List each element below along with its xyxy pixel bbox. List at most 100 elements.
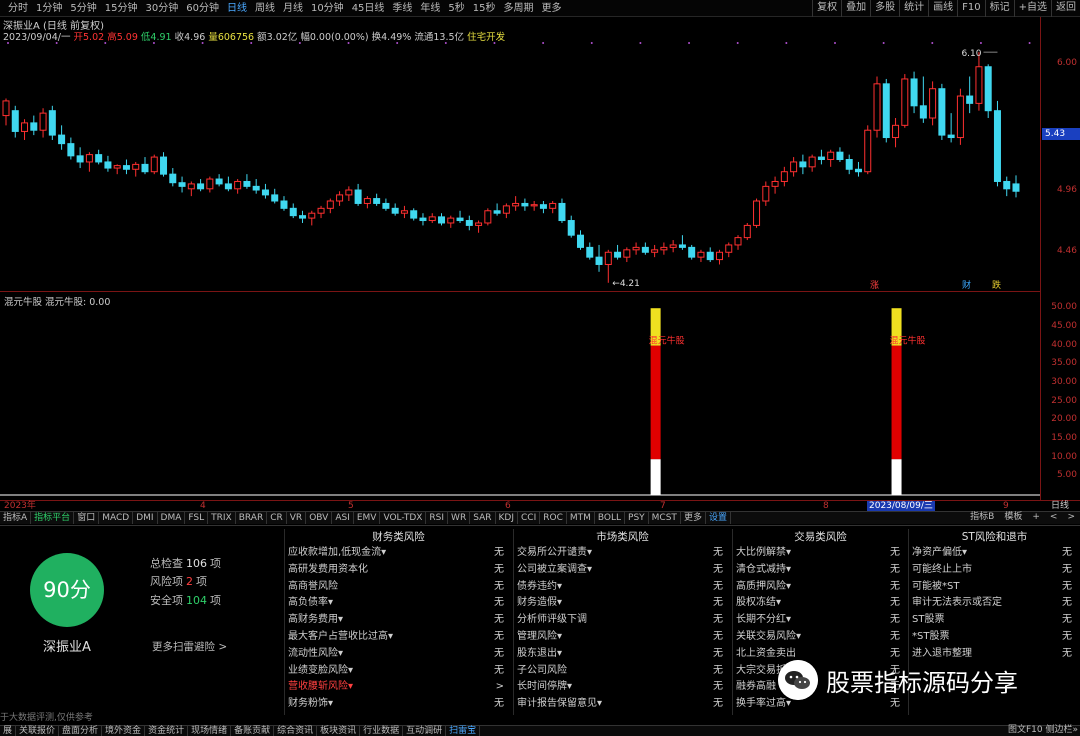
more-scan-link[interactable]: 更多扫雷避险 > bbox=[152, 639, 227, 654]
tool-button[interactable]: +自选 bbox=[1013, 0, 1051, 17]
risk-row[interactable]: 子公司风险 无 bbox=[514, 663, 731, 680]
period-tab[interactable]: 5分钟 bbox=[66, 2, 100, 15]
risk-row[interactable]: 股东退出▾ 无 bbox=[514, 646, 731, 663]
period-tab[interactable]: 分时 bbox=[4, 2, 32, 15]
risk-row[interactable]: 交易所公开谴责▾ 无 bbox=[514, 545, 731, 562]
indicator-tab[interactable]: CCI bbox=[518, 512, 541, 524]
period-tab[interactable]: 周线 bbox=[251, 2, 279, 15]
indicator-tab[interactable]: KDJ bbox=[496, 512, 518, 524]
risk-row[interactable]: 审计报告保留意见▾ 无 bbox=[514, 696, 731, 713]
indicator-tab-right[interactable]: 指标B bbox=[965, 511, 999, 524]
period-tab[interactable]: 45日线 bbox=[348, 2, 389, 15]
bottom-tab[interactable]: 境外资金 bbox=[102, 726, 146, 736]
tool-button[interactable]: 复权 bbox=[812, 0, 841, 17]
bottom-tab[interactable]: 关联报价 bbox=[16, 726, 60, 736]
risk-row[interactable]: 财务粉饰▾ 无 bbox=[285, 696, 512, 713]
bottom-tab[interactable]: 综合资讯 bbox=[274, 726, 318, 736]
risk-row[interactable]: 应收款增加,低现金流▾ 无 bbox=[285, 545, 512, 562]
risk-row[interactable]: 可能终止上市 无 bbox=[909, 562, 1080, 579]
period-tab[interactable]: 更多 bbox=[538, 2, 566, 15]
bottom-tab[interactable]: 行业数据 bbox=[360, 726, 404, 736]
risk-row[interactable]: 债券违约▾ 无 bbox=[514, 579, 731, 596]
indicator-tab[interactable]: OBV bbox=[306, 512, 333, 524]
period-tab[interactable]: 多周期 bbox=[500, 2, 538, 15]
tool-button[interactable]: 叠加 bbox=[841, 0, 870, 17]
indicator-tab[interactable]: BRAR bbox=[236, 512, 268, 524]
period-tab[interactable]: 15分钟 bbox=[101, 2, 142, 15]
indicator-tab[interactable]: MCST bbox=[649, 512, 681, 524]
indicator-tab[interactable]: 设置 bbox=[706, 512, 731, 524]
indicator-tab[interactable]: CR bbox=[267, 512, 287, 524]
risk-row[interactable]: 高研发费用资本化 无 bbox=[285, 562, 512, 579]
risk-row[interactable]: 分析师评级下调 无 bbox=[514, 612, 731, 629]
indicator-tab[interactable]: 指标A bbox=[0, 512, 32, 524]
bottom-tab[interactable]: 扫雷宝 bbox=[446, 726, 481, 736]
indicator-tab[interactable]: SAR bbox=[470, 512, 496, 524]
tool-button[interactable]: 多股 bbox=[870, 0, 899, 17]
indicator-tab[interactable]: EMV bbox=[354, 512, 381, 524]
risk-row[interactable]: *ST股票 无 bbox=[909, 629, 1080, 646]
day-period-button[interactable]: 日线 bbox=[1040, 501, 1080, 511]
risk-row[interactable]: 最大客户占营收比过高▾ 无 bbox=[285, 629, 512, 646]
period-tab[interactable]: 15秒 bbox=[469, 2, 500, 15]
bottom-tab[interactable]: 资金统计 bbox=[145, 726, 189, 736]
indicator-tab[interactable]: 窗口 bbox=[74, 512, 100, 524]
indicator-tab[interactable]: DMA bbox=[158, 512, 186, 524]
indicator-tab[interactable]: BOLL bbox=[595, 512, 626, 524]
period-tab[interactable]: 60分钟 bbox=[182, 2, 223, 15]
period-tab[interactable]: 年线 bbox=[416, 2, 444, 15]
bottom-tab[interactable]: 现场情绪 bbox=[188, 726, 232, 736]
indicator-tab[interactable]: ROC bbox=[540, 512, 567, 524]
indicator-tab[interactable]: FSL bbox=[185, 512, 209, 524]
indicator-tab[interactable]: 指标平台 bbox=[31, 512, 75, 524]
bottom-tab[interactable]: 板块资讯 bbox=[317, 726, 361, 736]
risk-row[interactable]: 清仓式减持▾ 无 bbox=[733, 562, 908, 579]
indicator-tab[interactable]: ASI bbox=[332, 512, 354, 524]
indicator-tab-right[interactable]: < bbox=[1045, 511, 1063, 524]
indicator-tab[interactable]: MACD bbox=[99, 512, 134, 524]
bottom-tab[interactable]: 展 bbox=[0, 726, 17, 736]
risk-row[interactable]: 流动性风险▾ 无 bbox=[285, 646, 512, 663]
risk-row[interactable]: 高质押风险▾ 无 bbox=[733, 579, 908, 596]
risk-row[interactable]: 管理风险▾ 无 bbox=[514, 629, 731, 646]
indicator-tab[interactable]: TRIX bbox=[208, 512, 236, 524]
period-tab[interactable]: 10分钟 bbox=[307, 2, 348, 15]
period-tab[interactable]: 1分钟 bbox=[32, 2, 66, 15]
risk-row[interactable]: 长时间停牌▾ 无 bbox=[514, 679, 731, 696]
risk-row[interactable]: 财务造假▾ 无 bbox=[514, 595, 731, 612]
indicator-tab[interactable]: DMI bbox=[133, 512, 158, 524]
risk-row[interactable]: 大比例解禁▾ 无 bbox=[733, 545, 908, 562]
risk-row[interactable]: 营收腰斩风险▾ > bbox=[285, 679, 512, 696]
period-tab[interactable]: 季线 bbox=[388, 2, 416, 15]
bottom-tab[interactable]: 备账贡献 bbox=[231, 726, 275, 736]
risk-row[interactable]: 净资产偏低▾ 无 bbox=[909, 545, 1080, 562]
risk-row[interactable]: 高商誉风险 无 bbox=[285, 579, 512, 596]
risk-row[interactable]: 高财务费用▾ 无 bbox=[285, 612, 512, 629]
risk-row[interactable]: 长期不分红▾ 无 bbox=[733, 612, 908, 629]
period-tab[interactable]: 5秒 bbox=[444, 2, 468, 15]
risk-row[interactable]: 高负债率▾ 无 bbox=[285, 595, 512, 612]
indicator-tab-right[interactable]: 模板 bbox=[999, 511, 1027, 524]
risk-row[interactable]: 公司被立案调查▾ 无 bbox=[514, 562, 731, 579]
risk-row[interactable]: 审计无法表示或否定 无 bbox=[909, 595, 1080, 612]
risk-row[interactable]: 股权冻结▾ 无 bbox=[733, 595, 908, 612]
indicator-tab[interactable]: VOL-TDX bbox=[380, 512, 427, 524]
tool-button[interactable]: F10 bbox=[957, 0, 984, 17]
period-tab[interactable]: 月线 bbox=[279, 2, 307, 15]
risk-row[interactable]: 业绩变脸风险▾ 无 bbox=[285, 663, 512, 680]
tool-button[interactable]: 画线 bbox=[928, 0, 957, 17]
indicator-tab[interactable]: RSI bbox=[426, 512, 449, 524]
risk-row[interactable]: 可能被*ST 无 bbox=[909, 579, 1080, 596]
indicator-tab[interactable]: MTM bbox=[567, 512, 595, 524]
risk-row[interactable]: ST股票 无 bbox=[909, 612, 1080, 629]
indicator-tab-right[interactable]: > bbox=[1062, 511, 1080, 524]
period-tab[interactable]: 日线 bbox=[223, 2, 251, 15]
tool-button[interactable]: 统计 bbox=[899, 0, 928, 17]
tool-button[interactable]: 返回 bbox=[1051, 0, 1080, 17]
indicator-chart[interactable]: 混元牛股 混元牛股 bbox=[0, 293, 1040, 499]
period-tab[interactable]: 30分钟 bbox=[141, 2, 182, 15]
indicator-tab[interactable]: PSY bbox=[625, 512, 649, 524]
indicator-tab[interactable]: 更多 bbox=[681, 512, 706, 524]
indicator-tab[interactable]: VR bbox=[287, 512, 307, 524]
indicator-tab[interactable]: WR bbox=[448, 512, 471, 524]
